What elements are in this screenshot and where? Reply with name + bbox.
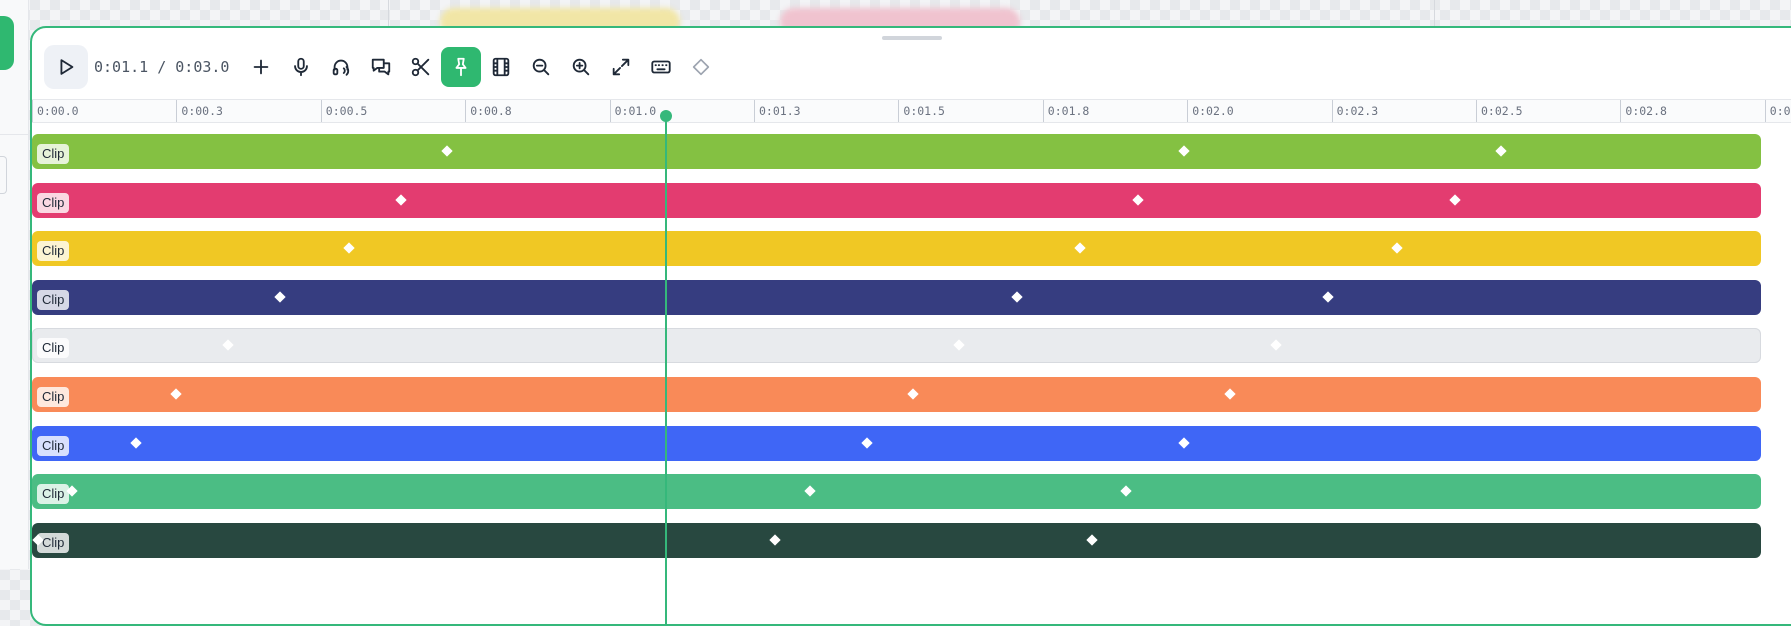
track-clip[interactable]: Clip xyxy=(32,182,1761,218)
keyframe-marker[interactable] xyxy=(861,436,873,449)
sidebar-divider xyxy=(0,134,28,135)
keyframe-marker[interactable] xyxy=(1224,388,1236,400)
clip-label: Clip xyxy=(37,435,70,456)
clip-label: Clip xyxy=(37,241,70,262)
track-clip[interactable]: Clip xyxy=(32,328,1761,364)
track-clip[interactable]: Clip xyxy=(32,134,1761,169)
playhead-line[interactable] xyxy=(664,116,667,624)
keyframe-marker[interactable] xyxy=(1270,339,1282,352)
keyframe-marker[interactable] xyxy=(1495,145,1507,157)
keyframe-marker[interactable] xyxy=(1322,291,1334,303)
keyframe-marker[interactable] xyxy=(170,388,182,400)
keyframe-marker[interactable] xyxy=(222,339,234,352)
keyframe-marker[interactable] xyxy=(1086,534,1098,546)
keyframe-marker[interactable] xyxy=(803,485,816,497)
keyframe-marker[interactable] xyxy=(1178,145,1190,157)
clip-label: Clip xyxy=(37,484,70,505)
clip-label: Clip xyxy=(37,144,70,164)
sidebar-active-tab[interactable] xyxy=(0,16,14,70)
track-clip[interactable]: Clip xyxy=(32,279,1761,315)
keyframe-marker[interactable] xyxy=(394,193,407,206)
track-clip[interactable]: Clip xyxy=(32,425,1761,461)
keyframe-marker[interactable] xyxy=(1449,193,1461,206)
keyframe-marker[interactable] xyxy=(130,436,142,449)
clip-label: Clip xyxy=(37,338,70,359)
track-clip[interactable]: Clip xyxy=(32,231,1761,267)
clip-label: Clip xyxy=(37,289,70,310)
clip-label: Clip xyxy=(37,532,70,553)
keyframe-marker[interactable] xyxy=(907,388,919,400)
keyframe-marker[interactable] xyxy=(1011,291,1023,303)
left-sidebar xyxy=(0,0,29,569)
track-clip[interactable]: Clip xyxy=(32,377,1761,412)
keyframe-marker[interactable] xyxy=(1391,242,1403,254)
keyframe-marker[interactable] xyxy=(1120,485,1133,497)
timeline-panel: 0:01.1 / 0:03.0 0:00.0 0:00.3 0:00.5 0:0… xyxy=(30,26,1791,626)
playhead-handle[interactable] xyxy=(659,110,672,122)
keyframe-marker[interactable] xyxy=(953,339,966,352)
keyframe-marker[interactable] xyxy=(1074,242,1086,254)
keyframe-marker[interactable] xyxy=(441,145,453,157)
sidebar-fragment xyxy=(0,156,7,194)
keyframe-marker[interactable] xyxy=(1178,436,1190,449)
clip-label: Clip xyxy=(37,387,70,407)
keyframe-marker[interactable] xyxy=(343,242,355,254)
track-clip[interactable]: Clip xyxy=(32,474,1761,510)
keyframe-marker[interactable] xyxy=(1132,193,1144,206)
clip-label: Clip xyxy=(37,192,70,213)
keyframe-marker[interactable] xyxy=(274,291,286,303)
track-clip[interactable]: Clip xyxy=(32,522,1761,558)
keyframe-marker[interactable] xyxy=(769,534,781,546)
track-list: Clip Clip Clip Clip Clip Clip Clip Clip Clip xyxy=(32,28,1791,624)
